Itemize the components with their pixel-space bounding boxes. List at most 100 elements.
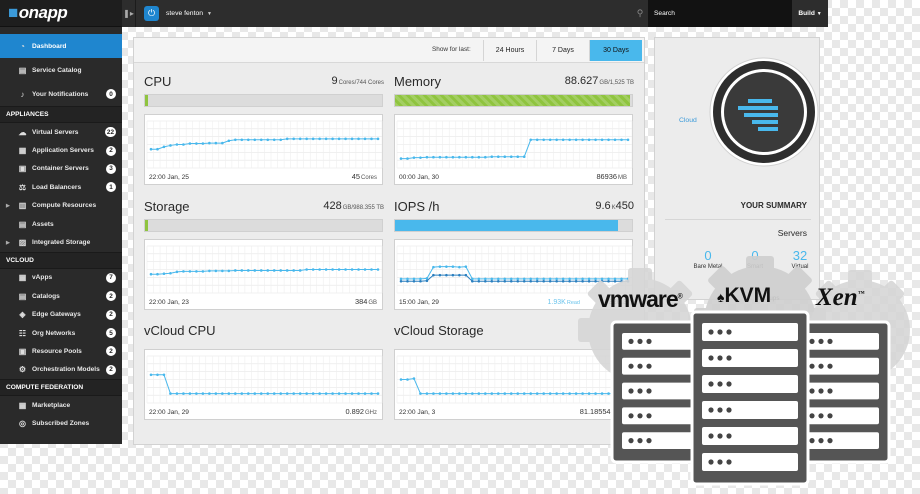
- data-point: [292, 392, 295, 395]
- data-point: [227, 392, 231, 395]
- data-point: [175, 143, 179, 146]
- sidebar-item-container-servers[interactable]: ▣ Container Servers 3: [0, 160, 122, 178]
- data-point: [182, 392, 185, 395]
- count-badge: 2: [106, 291, 116, 302]
- memory-time-label: 00:00 Jan, 30: [399, 174, 439, 181]
- chevron-right-icon[interactable]: ▶: [6, 240, 10, 246]
- data-point: [438, 392, 442, 395]
- sidebar-item-marketplace[interactable]: ▦ Marketplace: [0, 396, 122, 414]
- data-point: [195, 142, 198, 145]
- data-point: [149, 147, 153, 151]
- server-led: [827, 338, 833, 344]
- data-point: [266, 269, 270, 272]
- onapp-logo[interactable]: ■onapp: [8, 3, 68, 23]
- data-point: [529, 138, 533, 142]
- vcloud-storage-time-label: 22:00 Jan, 3: [399, 409, 436, 416]
- server-led: [708, 459, 714, 465]
- server-led: [809, 388, 815, 394]
- memory-title: Memory: [394, 74, 441, 89]
- server-led: [809, 413, 815, 419]
- data-point: [503, 392, 507, 395]
- catalogs-icon: ▤: [18, 291, 27, 301]
- data-point: [279, 138, 283, 142]
- data-point: [542, 279, 545, 283]
- stat-virtual[interactable]: 32 Virtual: [777, 248, 823, 270]
- sidebar-item-your-notifications[interactable]: ♪ Your Notifications 0: [0, 82, 122, 106]
- data-point: [548, 277, 552, 281]
- sidebar-item-subscribed-zones[interactable]: ◎ Subscribed Zones: [0, 414, 122, 432]
- sidebar-item-integrated-storage[interactable]: ▶ ▨ Integrated Storage: [0, 233, 122, 251]
- stat-smart[interactable]: 0 Smart: [732, 248, 778, 270]
- sidebar-item-virtual-servers[interactable]: ☁ Virtual Servers 22: [0, 123, 122, 141]
- cloud-icon: ☁: [18, 127, 27, 137]
- sidebar-item-edge-gateways[interactable]: ◈ Edge Gateways 2: [0, 306, 122, 324]
- sidebar-item-org-networks[interactable]: ☷ Org Networks 5: [0, 324, 122, 342]
- user-name[interactable]: steve fenton: [166, 10, 203, 17]
- data-point: [259, 392, 263, 395]
- sidebar-item-compute-resources[interactable]: ▶ ▥ Compute Resources: [0, 197, 122, 215]
- data-point: [438, 155, 442, 159]
- server-led: [717, 329, 723, 335]
- data-point: [266, 138, 270, 142]
- data-point: [464, 392, 468, 395]
- data-point: [201, 270, 205, 273]
- sidebar-item-vapps[interactable]: ▦ vApps 7: [0, 269, 122, 287]
- data-point: [535, 392, 539, 395]
- data-point: [344, 137, 347, 141]
- server-rack: [791, 320, 891, 464]
- build-button[interactable]: Build ▼: [792, 0, 828, 27]
- sidebar-item-dashboard[interactable]: ◔ Dashboard: [0, 34, 122, 58]
- data-point: [568, 138, 571, 142]
- data-point: [331, 268, 334, 271]
- data-point: [561, 277, 565, 281]
- data-point: [246, 269, 250, 272]
- data-point: [594, 392, 597, 395]
- sidebar-item-orchestration-models[interactable]: ⚙ Orchestration Models 2: [0, 361, 122, 379]
- data-point: [535, 279, 539, 283]
- data-point: [376, 268, 380, 271]
- data-point: [298, 392, 302, 395]
- vcloud-storage-widget: vCloud Storage 22:00 Jan, 3 81.185546875: [394, 323, 634, 438]
- data-point: [516, 279, 520, 283]
- sidebar-item-service-catalog[interactable]: ▤ Service Catalog: [0, 58, 122, 82]
- chevron-right-icon[interactable]: ▶: [6, 203, 10, 209]
- range-30-days-button[interactable]: 30 Days: [589, 40, 642, 61]
- data-point: [496, 392, 500, 395]
- data-point: [594, 277, 597, 281]
- data-point: [246, 392, 250, 395]
- server-led: [646, 388, 652, 394]
- stat-bare-metal[interactable]: 0 Bare Metal: [685, 248, 731, 270]
- cloud-label[interactable]: Cloud: [679, 117, 697, 124]
- range-7-days-button[interactable]: 7 Days: [536, 40, 589, 61]
- data-point: [542, 392, 545, 395]
- power-icon[interactable]: ⏻: [144, 6, 159, 21]
- sidebar-item-application-servers[interactable]: ▦ Application Servers 2: [0, 141, 122, 159]
- data-point: [484, 279, 487, 283]
- data-point: [208, 392, 211, 395]
- server-led: [708, 381, 714, 387]
- data-point: [318, 392, 321, 395]
- iops-chart: 15:00 Jan, 29 1.93KRead 326.3: [394, 239, 633, 310]
- range-24-hours-button[interactable]: 24 Hours: [483, 40, 536, 61]
- sidebar-item-catalogs[interactable]: ▤ Catalogs 2: [0, 287, 122, 305]
- sidebar-toggle-icon[interactable]: ❚▸: [122, 0, 136, 27]
- search-icon[interactable]: ⚲: [632, 0, 648, 27]
- data-point: [412, 279, 416, 283]
- data-point: [451, 392, 455, 395]
- data-point: [214, 392, 218, 395]
- data-point: [451, 265, 455, 268]
- data-point: [626, 279, 630, 283]
- data-point: [535, 138, 539, 142]
- server-led: [818, 338, 824, 344]
- storage-time-label: 22:00 Jan, 23: [149, 299, 189, 306]
- data-point: [298, 137, 302, 141]
- sidebar-item-load-balancers[interactable]: ⚖ Load Balancers 1: [0, 178, 122, 196]
- data-point: [419, 277, 422, 281]
- data-point: [432, 155, 435, 159]
- sidebar-item-resource-pools[interactable]: ▣ Resource Pools 2: [0, 342, 122, 360]
- data-point: [259, 269, 263, 272]
- search-input[interactable]: Search: [648, 0, 792, 27]
- data-point: [522, 279, 526, 283]
- sidebar-item-assets[interactable]: ▤ Assets: [0, 215, 122, 233]
- chevron-down-icon[interactable]: ▼: [207, 11, 212, 17]
